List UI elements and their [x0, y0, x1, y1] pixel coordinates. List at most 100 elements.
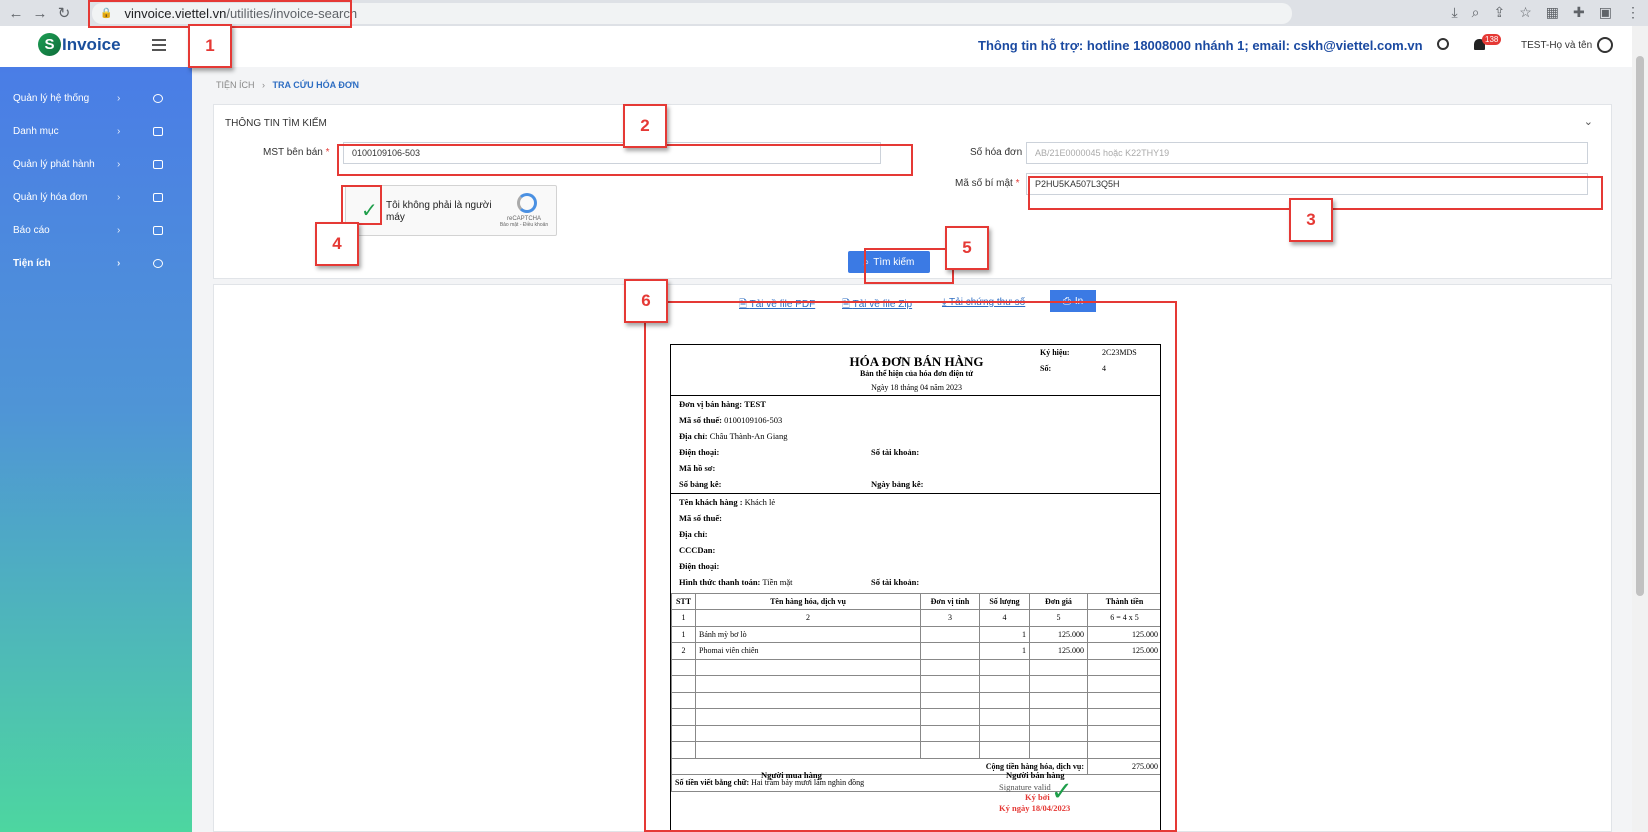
so-hd-label: Số hóa đơn — [970, 147, 1023, 158]
table-cell: 125.000 — [1029, 642, 1088, 660]
list-icon — [153, 193, 163, 202]
search-button[interactable]: ⌕ Tìm kiếm — [848, 251, 930, 273]
logo[interactable]: S Invoice — [38, 33, 121, 56]
chevron-right-icon: › — [117, 225, 121, 236]
recaptcha[interactable]: ✓ Tôi không phải là người máy reCAPTCHA B… — [345, 185, 557, 236]
hamburger-icon[interactable] — [152, 39, 166, 51]
sidebar-item-label: Tiện ích — [13, 258, 51, 269]
table-cell: 1 — [671, 625, 696, 643]
table-row — [671, 741, 1160, 759]
so-invoice: Số: 4 — [1040, 364, 1106, 373]
invoice-table: STT Tên hàng hóa, dịch vụ Đơn vị tính Số… — [671, 593, 1160, 792]
table-cell: 125.000 — [1087, 625, 1160, 643]
invoice-date: Ngày 18 tháng 04 năm 2023 — [871, 383, 962, 392]
table-row: 1 Bánh mỳ bơ lò 1 125.000 125.000 — [671, 625, 1160, 643]
in-words-row: Số tiền viết bằng chữ: Hai trăm bảy mươi… — [671, 774, 1160, 792]
breadcrumb: TIỆN ÍCH › TRA CỨU HÓA ĐƠN — [216, 80, 359, 90]
globe-icon[interactable] — [1437, 38, 1449, 50]
scrollbar[interactable] — [1632, 26, 1648, 832]
menu-icon[interactable]: ⋮ — [1626, 4, 1640, 21]
reload-icon[interactable]: ↻ — [52, 4, 76, 22]
table-cell: 3 — [920, 609, 980, 627]
breadcrumb-root[interactable]: TIỆN ÍCH — [216, 80, 255, 90]
chevron-down-icon[interactable]: ⌄ — [1584, 115, 1593, 128]
captcha-text: Tôi không phải là người máy — [386, 200, 492, 223]
qr-icon[interactable]: ▦ — [1546, 4, 1559, 21]
support-info: Thông tin hỗ trợ: hotline 18008000 nhánh… — [978, 38, 1423, 53]
checkmark-icon[interactable]: ✓ — [361, 198, 378, 223]
invoice-subtitle: Bản thể hiện của hóa đơn điện tử — [859, 369, 974, 378]
address-bar[interactable]: 🔒 vinvoice.viettel.vn/utilities/invoice-… — [92, 3, 1292, 24]
mst-label: MST bên bán * — [263, 147, 330, 158]
table-header: Tên hàng hóa, dịch vụ — [695, 593, 921, 610]
download-zip-link[interactable]: 🗎 Tải về file Zip — [842, 297, 912, 314]
ma-bm-label: Mã số bí mật * — [955, 178, 1020, 189]
app-header: S Invoice Thông tin hỗ trợ: hotline 1800… — [0, 26, 1648, 67]
sidebar-item-catalog[interactable]: Danh mục › — [0, 115, 192, 148]
user-name[interactable]: TEST-Họ và tên — [1521, 40, 1592, 51]
sidepanel-icon[interactable]: ▣ — [1599, 4, 1612, 21]
extensions-icon[interactable]: ✚ — [1573, 4, 1585, 21]
table-cell: 125.000 — [1087, 642, 1160, 660]
install-icon[interactable]: ⤓ — [1451, 4, 1457, 21]
table-header: Thành tiền — [1087, 593, 1160, 610]
buyer-account-line: Số tài khoản: — [871, 577, 920, 587]
signature-valid: Signature valid — [999, 782, 1051, 792]
download-cert-link[interactable]: ⤓ Tải chứng thư số — [942, 297, 1025, 308]
chevron-right-icon: › — [117, 159, 121, 170]
mst-input[interactable]: 0100109106-503 — [343, 142, 881, 164]
divider — [671, 493, 1160, 494]
sidebar-item-reports[interactable]: Báo cáo › — [0, 214, 192, 247]
back-icon[interactable]: ← — [4, 5, 28, 22]
sidebar-item-invoices[interactable]: Quản lý hóa đơn › — [0, 181, 192, 214]
buyer-mst-line: Mã số thuế: — [679, 513, 722, 523]
browser-toolbar: ← → ↻ 🔒 vinvoice.viettel.vn/utilities/in… — [0, 0, 1648, 26]
user-icon[interactable] — [1597, 37, 1613, 53]
seller-line: Đơn vị bán hàng: TEST — [679, 399, 766, 409]
ma-bm-input[interactable]: P2HU5KA507L3Q5H — [1026, 173, 1588, 195]
printer-icon: ⎙ — [1062, 295, 1071, 307]
sidebar-item-label: Quản lý phát hành — [13, 159, 95, 170]
mst-line: Mã số thuế: 0100109106-503 — [679, 415, 783, 425]
so-bang-ke-line: Số bảng kê: — [679, 479, 722, 489]
sidebar-item-utilities[interactable]: Tiện ích › — [0, 247, 192, 280]
url-text: vinvoice.viettel.vn/utilities/invoice-se… — [124, 6, 358, 21]
chevron-right-icon: › — [117, 192, 121, 203]
breadcrumb-current: TRA CỨU HÓA ĐƠN — [272, 80, 360, 90]
table-cell — [920, 642, 980, 660]
download-pdf-link[interactable]: 🗎 Tải về file PDF — [739, 297, 815, 314]
share-icon[interactable]: ⇪ — [1494, 4, 1506, 21]
payment-line: Hình thức thanh toán: Tiền mặt — [679, 577, 793, 587]
sidebar-item-release[interactable]: Quản lý phát hành › — [0, 148, 192, 181]
search-button-label: Tìm kiếm — [873, 256, 915, 268]
invoice-preview: HÓA ĐƠN BÁN HÀNG Bản thể hiện của hóa đơ… — [670, 344, 1161, 832]
sidebar-item-label: Quản lý hóa đơn — [13, 192, 88, 203]
recaptcha-logo-icon — [517, 193, 537, 213]
logo-text: Invoice — [62, 34, 121, 54]
copy-icon — [153, 226, 163, 235]
print-button-label: In — [1074, 295, 1084, 307]
star-icon[interactable]: ☆ — [1519, 4, 1532, 21]
annotation-1: 1 — [188, 24, 232, 68]
list-icon — [153, 127, 163, 136]
table-cell: 2 — [695, 609, 921, 627]
scrollbar-thumb[interactable] — [1636, 56, 1644, 596]
table-cell: Phomai viên chiên — [695, 642, 921, 660]
forward-icon[interactable]: → — [28, 5, 52, 22]
signed-by: Ký bởi — [1025, 792, 1050, 802]
table-row — [671, 691, 1160, 709]
buyer-addr-line: Địa chỉ: — [679, 529, 708, 539]
ky-hieu: Ký hiệu: 2C23MDS — [1040, 348, 1137, 357]
table-cell: 125.000 — [1029, 625, 1088, 643]
so-hd-input[interactable]: AB/21E0000045 hoặc K22THY19 — [1026, 142, 1588, 164]
print-button[interactable]: ⎙ In — [1050, 290, 1096, 312]
account-line: Số tài khoản: — [871, 447, 920, 457]
captcha-brand: reCAPTCHA Bảo mật - Điều khoản — [499, 216, 549, 228]
table-header: Đơn vị tính — [920, 593, 980, 610]
buyer-line: Tên khách hàng : Khách lẻ — [679, 497, 776, 507]
address-line: Địa chỉ: Châu Thành-An Giang — [679, 431, 788, 441]
table-row: 2 Phomai viên chiên 1 125.000 125.000 — [671, 642, 1160, 660]
zoom-icon[interactable]: ⌕ — [1472, 4, 1480, 21]
sidebar-item-system[interactable]: Quản lý hệ thống › — [0, 82, 192, 115]
table-row — [671, 708, 1160, 726]
